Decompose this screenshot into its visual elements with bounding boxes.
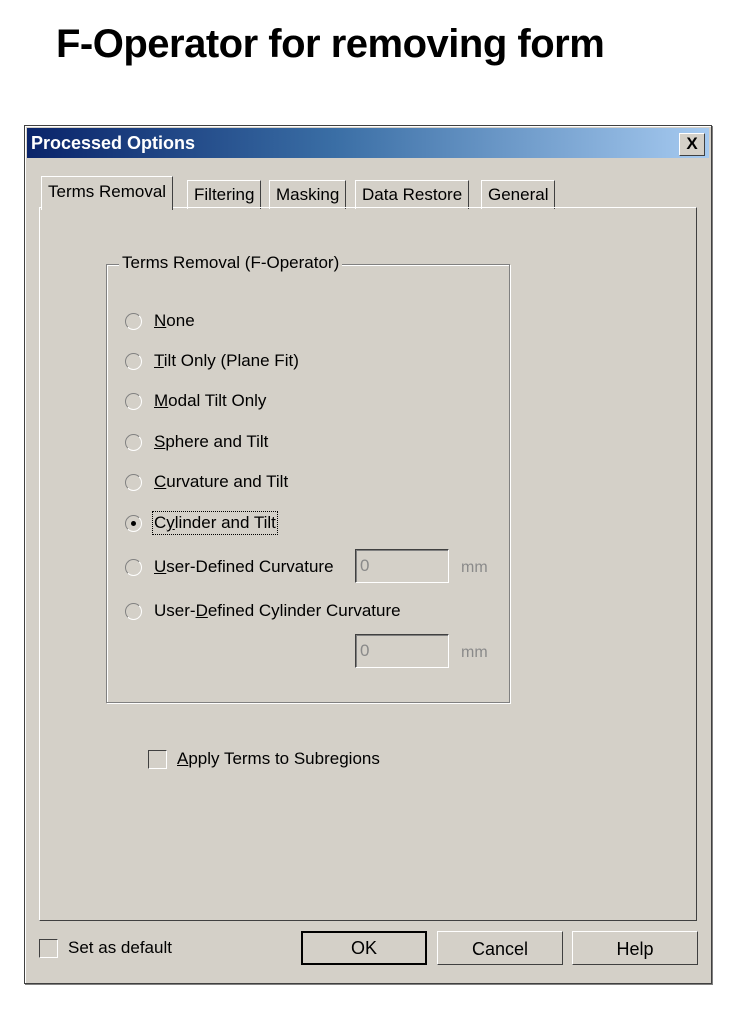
- option-label: Sphere and Tilt: [154, 432, 268, 452]
- processed-options-dialog: Processed Options X Terms Removal Filter…: [24, 125, 712, 984]
- cancel-button[interactable]: Cancel: [437, 931, 563, 965]
- radio-button-icon[interactable]: [125, 558, 142, 576]
- option-label: Curvature and Tilt: [154, 472, 288, 492]
- accelerator: M: [154, 391, 169, 410]
- accelerator: D: [195, 601, 208, 620]
- tab-general[interactable]: General: [481, 180, 556, 209]
- option-label: Modal Tilt Only: [154, 391, 266, 411]
- checkbox-icon[interactable]: [148, 749, 167, 769]
- option-label: User-Defined Cylinder Curvature: [154, 601, 401, 621]
- tab-filtering[interactable]: Filtering: [187, 180, 262, 209]
- accelerator: N: [154, 311, 167, 330]
- radio-user-defined-curvature[interactable]: User-Defined Curvature: [125, 555, 334, 579]
- radio-button-icon[interactable]: [125, 352, 142, 370]
- accelerator: S: [154, 432, 166, 451]
- radio-modal-tilt-only[interactable]: Modal Tilt Only: [125, 389, 266, 413]
- tab-data-restore[interactable]: Data Restore: [355, 180, 470, 209]
- label-text: ser-Defined Curvature: [166, 557, 334, 576]
- option-label: User-Defined Curvature: [154, 557, 334, 577]
- tab-masking[interactable]: Masking: [269, 180, 347, 209]
- label-text: pply Terms to Subregions: [188, 749, 380, 768]
- checkbox-label: Set as default: [68, 938, 172, 957]
- accelerator: T: [154, 351, 164, 370]
- radio-tilt-only[interactable]: Tilt Only (Plane Fit): [125, 349, 299, 373]
- label-text: efined Cylinder Curvature: [207, 601, 401, 620]
- cylinder-curvature-input[interactable]: [355, 634, 449, 668]
- option-label: Tilt Only (Plane Fit): [154, 351, 299, 371]
- checkbox-label: Apply Terms to Subregions: [177, 749, 380, 769]
- label-text: ilt Only (Plane Fit): [163, 351, 299, 370]
- radio-button-icon[interactable]: [125, 473, 142, 491]
- radio-button-selected-icon[interactable]: [125, 514, 142, 532]
- close-button[interactable]: X: [679, 133, 705, 156]
- radio-curvature-and-tilt[interactable]: Curvature and Tilt: [125, 470, 288, 494]
- radio-cylinder-and-tilt[interactable]: Cylinder and Tilt: [125, 511, 278, 535]
- set-as-default-checkbox[interactable]: Set as default: [39, 938, 172, 958]
- radio-sphere-and-tilt[interactable]: Sphere and Tilt: [125, 430, 268, 454]
- cylinder-unit-label: mm: [461, 644, 488, 661]
- accelerator: C: [154, 472, 167, 491]
- title-bar[interactable]: Processed Options X: [27, 128, 709, 158]
- label-text: phere and Tilt: [165, 432, 269, 451]
- label-text: User-: [154, 601, 196, 620]
- radio-button-icon[interactable]: [125, 433, 142, 451]
- radio-user-defined-cylinder-curvature[interactable]: User-Defined Cylinder Curvature: [125, 599, 401, 623]
- label-text: one: [166, 311, 195, 330]
- ok-button[interactable]: OK: [301, 931, 427, 965]
- tab-terms-removal[interactable]: Terms Removal: [41, 176, 174, 210]
- dialog-title: Processed Options: [31, 133, 196, 153]
- accelerator: U: [154, 557, 167, 576]
- label-text: odal Tilt Only: [168, 391, 267, 410]
- apply-terms-subregions-checkbox[interactable]: Apply Terms to Subregions: [148, 749, 380, 769]
- help-button[interactable]: Help: [572, 931, 698, 965]
- curvature-unit-label: mm: [461, 559, 488, 576]
- option-label: Cylinder and Tilt: [152, 511, 278, 535]
- accelerator: A: [177, 749, 189, 768]
- user-curvature-input[interactable]: [355, 549, 449, 583]
- radio-button-icon[interactable]: [125, 312, 142, 330]
- label-text: linder and Tilt: [174, 513, 276, 532]
- label-text: C: [154, 513, 167, 532]
- label-text: urvature and Tilt: [166, 472, 289, 491]
- option-label: None: [154, 311, 195, 331]
- accelerator: y: [166, 513, 175, 532]
- slide-title: F-Operator for removing form: [56, 22, 605, 66]
- checkbox-icon[interactable]: [39, 938, 58, 958]
- radio-button-icon[interactable]: [125, 392, 142, 410]
- radio-button-icon[interactable]: [125, 602, 142, 620]
- radio-dot-icon: [131, 520, 136, 526]
- terms-removal-group: Terms Removal (F-Operator) None Tilt Onl…: [106, 253, 510, 703]
- tab-panel-terms-removal: Terms Removal (F-Operator) None Tilt Onl…: [39, 207, 697, 921]
- group-label: Terms Removal (F-Operator): [119, 253, 343, 273]
- radio-none[interactable]: None: [125, 309, 195, 333]
